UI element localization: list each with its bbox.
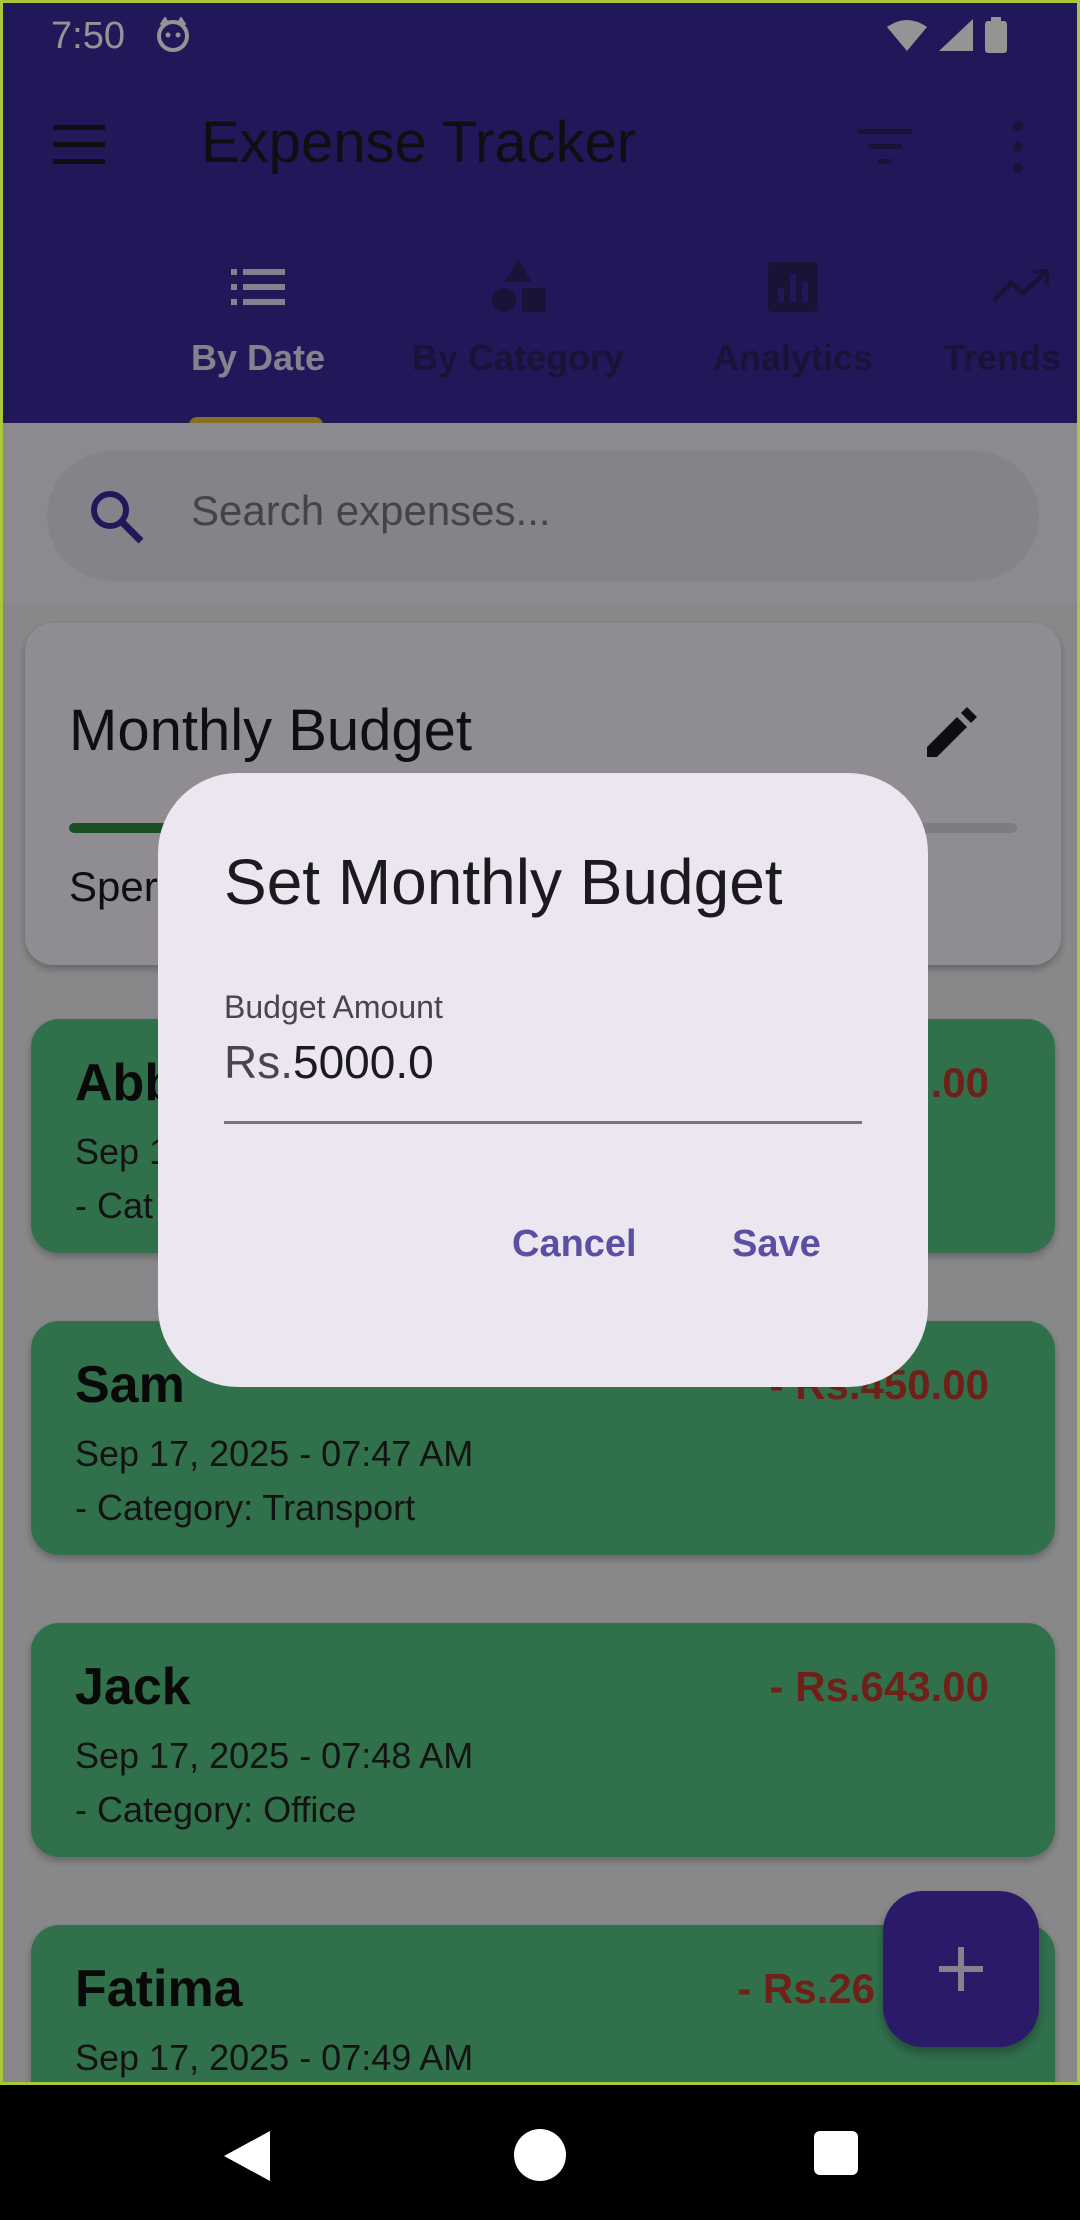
cancel-button[interactable]: Cancel <box>512 1223 637 1266</box>
budget-amount-value[interactable]: 5000.0 <box>293 1036 434 1088</box>
budget-amount-label: Budget Amount <box>224 989 443 1025</box>
save-button[interactable]: Save <box>732 1223 821 1266</box>
back-icon[interactable] <box>222 2129 272 2183</box>
budget-amount-field[interactable]: Rs.5000.0 <box>224 1035 434 1089</box>
recent-apps-icon[interactable] <box>814 2131 858 2175</box>
home-icon[interactable] <box>514 2129 566 2181</box>
app-screen: 7:50 Expense Tracker By Date By Category… <box>0 0 1080 2085</box>
system-navigation-bar <box>0 2085 1080 2220</box>
field-underline <box>224 1121 862 1124</box>
dialog-title: Set Monthly Budget <box>224 846 783 918</box>
set-budget-dialog: Set Monthly Budget Budget Amount Rs.5000… <box>158 773 928 1387</box>
currency-prefix: Rs. <box>224 1036 293 1088</box>
